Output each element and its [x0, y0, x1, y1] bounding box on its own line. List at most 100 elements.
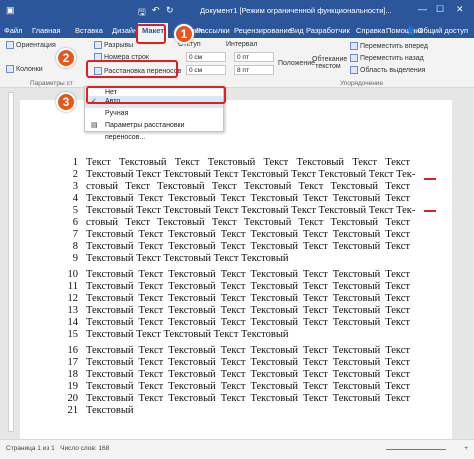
line-number: 14 [67, 317, 79, 328]
options-icon: ▤ [91, 122, 98, 129]
position-label: Положение [278, 60, 315, 67]
selection-pane-button[interactable]: Область выделения [350, 66, 425, 74]
step-badge-1: 1 [174, 24, 194, 44]
send-backward-icon [350, 54, 358, 62]
line-text: Текстовый Текст Текстовый Текст Текстовы… [86, 381, 410, 392]
tab-help[interactable]: Справка [356, 26, 385, 35]
tab-home[interactable]: Главная [32, 26, 61, 35]
tab-developer[interactable]: Разработчик [306, 26, 350, 35]
indent-right-input[interactable]: 0 см [186, 65, 226, 75]
orientation-button[interactable]: Ориентация [6, 41, 56, 49]
line-text: Текстовый Текст Текстовый Текст Текстовы… [86, 329, 289, 340]
maximize-button[interactable]: ☐ [436, 4, 444, 15]
zoom-in-button[interactable]: + [464, 445, 468, 452]
step-badge-2: 2 [56, 48, 76, 68]
line-number: 20 [67, 393, 79, 404]
breaks-button[interactable]: Разрывы [94, 41, 133, 49]
line-number: 2 [72, 169, 78, 180]
line-number: 13 [67, 305, 79, 316]
save-icon[interactable]: 🖫 [138, 5, 146, 21]
breaks-icon [94, 41, 102, 49]
spacing-after-input[interactable]: 8 пт [234, 65, 274, 75]
line-number: 18 [67, 369, 79, 380]
status-page-count: Страница 1 из 1 Число слов: 168 [6, 445, 109, 452]
line-text: Текстовый Текст Текстовый Текст Текстовы… [86, 193, 410, 204]
line-text: Текстовый Текст Текстовый Текст Текстовы… [86, 305, 410, 316]
hyphen-mark-line-5 [424, 210, 436, 212]
line-number: 16 [67, 345, 79, 356]
line-text: Текстовый Текст Текстовый Текст Текстовы… [86, 269, 410, 280]
highlight-layout-tab [136, 24, 166, 44]
line-text: Текстовый Текст Текстовый Текст Текстовы… [86, 317, 410, 328]
menu-item-manual-label: Ручная [105, 110, 129, 117]
line-text: Текстовый Текст Текстовый Текст Текстовы… [86, 369, 410, 380]
columns-label: Колонки [16, 65, 43, 73]
orientation-label: Ориентация [16, 41, 56, 49]
status-bar: Страница 1 из 1 Число слов: 168 + [0, 439, 474, 459]
window-title: Документ1 [Режим ограниченной функционал… [200, 6, 392, 15]
line-text: Текстовый Текст Текстовый Текст Текстовы… [86, 169, 416, 180]
tab-view[interactable]: Вид [290, 26, 304, 35]
undo-icon[interactable]: ↶ [152, 5, 160, 16]
send-backward-label: Переместить назад [360, 54, 424, 62]
zoom-slider[interactable] [386, 449, 446, 450]
ribbon-tabs: Файл Главная Вставка Дизайн Макет Ссылки… [0, 22, 474, 38]
line-text: Текстовый Текст Текстовый Текст Текстовы… [86, 281, 410, 292]
selection-pane-label: Область выделения [360, 66, 426, 74]
bring-forward-label: Переместить вперед [360, 42, 428, 50]
line-text: Текстовый Текст Текстовый Текст Текстовы… [86, 253, 289, 264]
line-number: 19 [67, 381, 79, 392]
title-bar: ▣ 🖫 ↶ ↻ Документ1 [Режим ограниченной фу… [0, 0, 474, 22]
line-number: 17 [67, 357, 79, 368]
indent-left-input[interactable]: 0 см [186, 52, 226, 62]
step-badge-3: 3 [56, 92, 76, 112]
line-text: Текстовый Текст Текстовый Текст Текстовы… [86, 205, 416, 216]
page-count-label: Страница 1 из 1 [6, 445, 55, 452]
line-text: Текстовый Текст Текстовый Текст Текстовы… [86, 345, 410, 356]
line-number: 1 [72, 157, 78, 168]
redo-icon[interactable]: ↻ [166, 5, 174, 16]
breaks-label: Разрывы [104, 41, 134, 49]
line-text: стовый Текст Текстовый Текст Текстовый Т… [86, 217, 410, 228]
tab-mailings[interactable]: Рассылки [196, 26, 230, 35]
line-number: 21 [67, 405, 79, 416]
position-button[interactable]: Положение [278, 60, 315, 67]
group-page-setup-label: Параметры ст [30, 80, 73, 87]
highlight-auto-item [86, 86, 226, 104]
wrap-text-label: Обтекание текстом [312, 56, 348, 70]
tab-review[interactable]: Рецензирование [234, 26, 292, 35]
line-number: 4 [72, 193, 78, 204]
group-arrange-label: Упорядочение [340, 80, 384, 87]
share-label: Общий доступ [417, 26, 468, 35]
spacing-before-input[interactable]: 0 пт [234, 52, 274, 62]
columns-button[interactable]: Колонки [6, 65, 43, 73]
line-number: 6 [72, 217, 78, 228]
menu-item-manual[interactable]: Ручная [85, 108, 223, 120]
autosave-icon[interactable]: ▣ [6, 5, 15, 16]
tab-insert[interactable]: Вставка [75, 26, 103, 35]
highlight-hyphenation-button [86, 60, 178, 78]
line-text: стовый Текст Текстовый Текст Текстовый Т… [86, 181, 410, 192]
line-text: Текстовый Текст Текстовый Текст Текстовы… [86, 357, 410, 368]
line-number: 9 [72, 253, 78, 264]
line-text: Текстовый Текст Текстовый Текст Текстовы… [86, 241, 410, 252]
send-backward-button[interactable]: Переместить назад [350, 54, 424, 62]
tab-file[interactable]: Файл [4, 26, 22, 35]
line-number: 3 [72, 181, 78, 192]
wrap-text-button[interactable]: Обтекание текстом [312, 56, 348, 70]
line-number: 10 [67, 269, 79, 280]
close-button[interactable]: ✕ [456, 4, 464, 15]
tab-design[interactable]: Дизайн [112, 26, 137, 35]
share-button[interactable]: 👤 Общий доступ [406, 26, 468, 35]
minimize-button[interactable]: — [418, 4, 427, 14]
line-text: Текстовый [86, 405, 134, 416]
vertical-ruler [8, 92, 14, 432]
bring-forward-button[interactable]: Переместить вперед [350, 42, 428, 50]
document-page[interactable]: 1 Текст Текстовый Текст Текстовый Текст Т… [20, 100, 452, 439]
menu-item-options[interactable]: ▤ Параметры расстановки переносов... [85, 120, 223, 141]
line-number: 12 [67, 293, 79, 304]
line-number: 5 [72, 205, 78, 216]
line-text: Текстовый Текст Текстовый Текст Текстовы… [86, 293, 410, 304]
columns-icon [6, 65, 14, 73]
line-text: Текст Текстовый Текст Текстовый Текст Те… [86, 157, 410, 168]
